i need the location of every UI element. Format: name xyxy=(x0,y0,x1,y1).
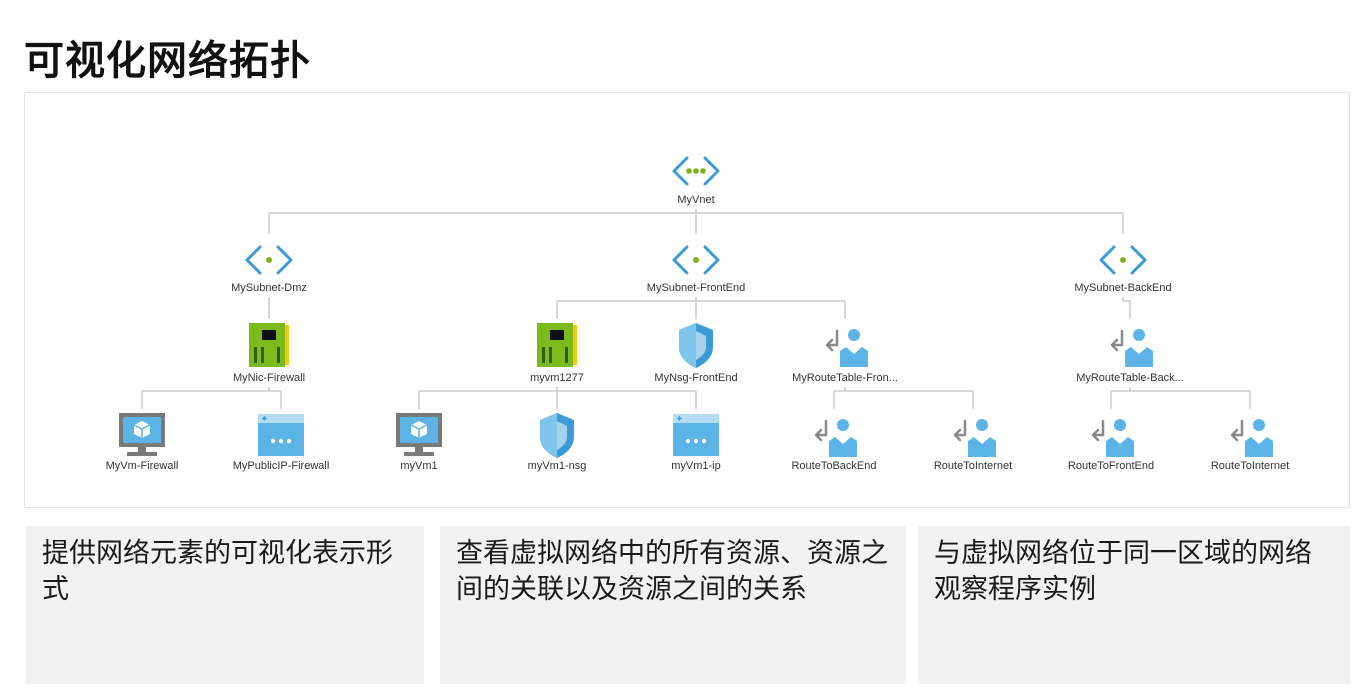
node-label: MyNic-Firewall xyxy=(233,372,305,384)
node-label: RouteToInternet xyxy=(1211,460,1289,472)
node-label: myVm1 xyxy=(400,460,437,472)
public-ip-icon xyxy=(673,414,719,456)
nsg-shield-icon xyxy=(679,323,713,368)
network-interface-icon xyxy=(249,323,289,367)
topology-node[interactable] xyxy=(245,245,293,275)
route-table-icon xyxy=(1110,329,1153,367)
route-icon xyxy=(953,419,996,457)
feature-card-text: 与虚拟网络位于同一区域的网络观察程序实例 xyxy=(934,538,1312,605)
topology-diagram: MyVnet MySubnet-Dmz MySubnet-FrontEnd MySub… xyxy=(24,92,1350,508)
connector-group xyxy=(833,387,974,409)
connector-group xyxy=(556,297,846,319)
topology-node[interactable] xyxy=(258,414,304,456)
connector-group xyxy=(1122,297,1131,319)
topology-node[interactable] xyxy=(1099,245,1147,275)
connector-group xyxy=(268,209,1124,234)
node-label: myvm1277 xyxy=(530,372,584,384)
feature-card-text: 查看虚拟网络中的所有资源、资源之间的关联以及资源之间的关系 xyxy=(456,538,888,605)
topology-node[interactable] xyxy=(1091,419,1134,457)
topology-node[interactable] xyxy=(540,413,574,458)
node-label: MyVnet xyxy=(677,194,714,206)
topology-node[interactable] xyxy=(825,329,868,367)
feature-card-text: 提供网络元素的可视化表示形式 xyxy=(42,538,393,605)
feature-card-visual: 提供网络元素的可视化表示形式 xyxy=(26,526,424,684)
node-label: myVm1-nsg xyxy=(528,460,587,472)
subnet-icon xyxy=(245,245,293,275)
node-label: MyVm-Firewall xyxy=(106,460,179,472)
topology-canvas: MyVnet MySubnet-Dmz MySubnet-FrontEnd MySub… xyxy=(106,156,1289,472)
topology-node[interactable] xyxy=(249,323,289,367)
feature-card-watcher: 与虚拟网络位于同一区域的网络观察程序实例 xyxy=(918,526,1350,684)
topology-node[interactable] xyxy=(672,245,720,275)
virtual-machine-icon xyxy=(119,413,165,456)
node-label: MySubnet-FrontEnd xyxy=(647,282,745,294)
subnet-icon xyxy=(1099,245,1147,275)
public-ip-icon xyxy=(258,414,304,456)
nsg-shield-icon xyxy=(540,413,574,458)
network-interface-icon xyxy=(537,323,577,367)
node-label: MySubnet-BackEnd xyxy=(1074,282,1171,294)
node-label: MyRouteTable-Back... xyxy=(1076,372,1184,384)
topology-node[interactable] xyxy=(679,323,713,368)
subnet-icon xyxy=(672,245,720,275)
topology-node[interactable] xyxy=(396,413,442,456)
topology-node[interactable] xyxy=(814,419,857,457)
virtual-machine-icon xyxy=(396,413,442,456)
node-label: RouteToInternet xyxy=(934,460,1012,472)
route-icon xyxy=(1091,419,1134,457)
node-label: RouteToFrontEnd xyxy=(1068,460,1154,472)
node-label: MyPublicIP-Firewall xyxy=(233,460,330,472)
topology-node[interactable] xyxy=(119,413,165,456)
topology-node[interactable] xyxy=(953,419,996,457)
connector-group xyxy=(1110,387,1251,409)
node-label: RouteToBackEnd xyxy=(792,460,877,472)
topology-node[interactable] xyxy=(1230,419,1273,457)
topology-node[interactable] xyxy=(673,414,719,456)
vnet-icon xyxy=(672,156,720,186)
node-label: MyNsg-FrontEnd xyxy=(654,372,737,384)
topology-node[interactable] xyxy=(672,156,720,186)
node-label: MySubnet-Dmz xyxy=(231,282,307,294)
topology-node[interactable] xyxy=(1110,329,1153,367)
topology-node[interactable] xyxy=(537,323,577,367)
page-title: 可视化网络拓扑 xyxy=(24,38,311,84)
route-table-icon xyxy=(825,329,868,367)
connector-group xyxy=(418,387,697,409)
node-label: MyRouteTable-Fron... xyxy=(792,372,898,384)
route-icon xyxy=(1230,419,1273,457)
connector-group xyxy=(141,387,282,409)
node-label: myVm1-ip xyxy=(671,460,721,472)
route-icon xyxy=(814,419,857,457)
feature-card-relations: 查看虚拟网络中的所有资源、资源之间的关联以及资源之间的关系 xyxy=(440,526,906,684)
